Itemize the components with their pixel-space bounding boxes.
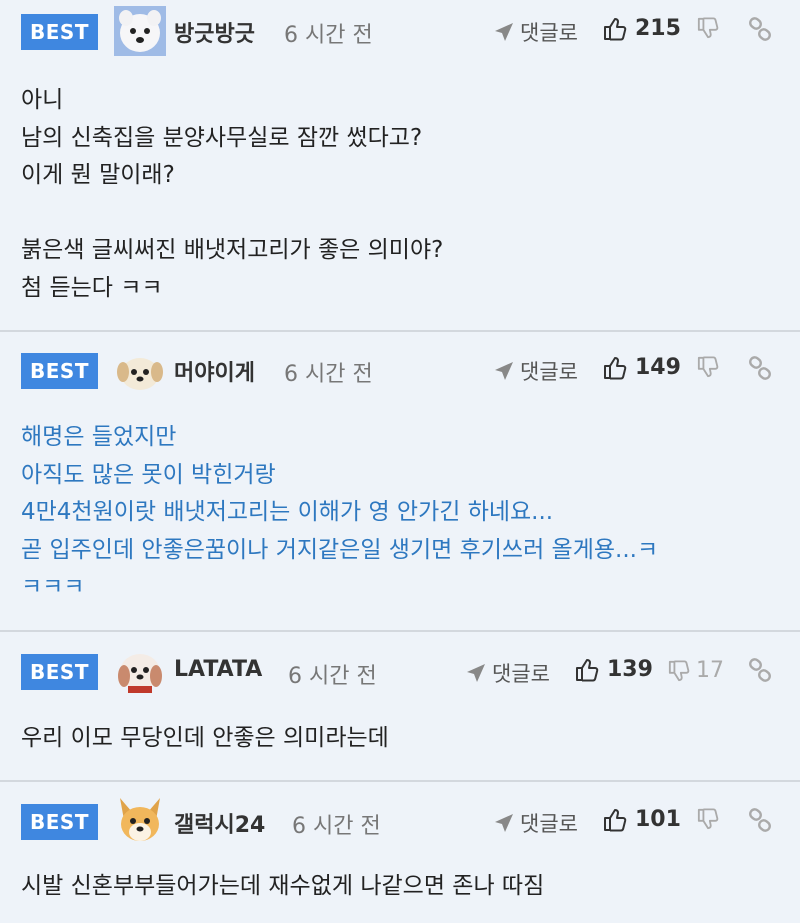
timestamp: 6 시간 전 <box>292 814 381 839</box>
thumbs-up-icon <box>604 808 627 831</box>
best-badge: BEST <box>21 654 98 690</box>
like-count: 149 <box>635 355 681 380</box>
timestamp: 6 시간 전 <box>288 664 377 689</box>
send-icon <box>467 664 485 682</box>
dislike-button[interactable] <box>697 17 725 39</box>
nickname[interactable]: LATATA <box>174 657 262 682</box>
like-button[interactable]: 139 <box>575 657 653 682</box>
comment-text: 해명은 들었지만 아직도 많은 못이 박힌거랑 4만4천원이랏 배냇저고리는 이… <box>21 424 659 600</box>
link-icon[interactable] <box>748 808 772 832</box>
comment-header: BEST LATATA 6 시간 전 댓글로 139 17 <box>0 632 800 696</box>
comment-item: BEST 갤럭시24 6 시간 전 댓글로 101 시발 신혼부부들어가는데 재… <box>0 782 800 923</box>
comment-header: BEST 방긋방긋 6 시간 전 댓글로 215 <box>0 0 800 60</box>
avatar[interactable] <box>114 6 166 56</box>
like-count: 215 <box>635 16 681 41</box>
comment-text: 우리 이모 무당인데 안좋은 의미라는데 <box>21 725 389 751</box>
thumbs-down-icon <box>697 808 719 830</box>
dislike-button[interactable]: 17 <box>668 658 724 683</box>
avatar[interactable] <box>114 646 166 696</box>
best-badge: BEST <box>21 353 98 389</box>
comment-item: BEST 머야이게 6 시간 전 댓글로 149 해명은 들었지만 아직도 많은… <box>0 332 800 630</box>
avatar[interactable] <box>114 346 166 396</box>
like-count: 139 <box>607 657 653 682</box>
reply-button[interactable]: 댓글로 <box>494 17 578 47</box>
reply-button[interactable]: 댓글로 <box>494 356 578 386</box>
nickname[interactable]: 방긋방긋 <box>174 16 255 48</box>
thumbs-down-icon <box>697 17 719 39</box>
link-icon[interactable] <box>748 17 772 41</box>
reply-label: 댓글로 <box>520 21 578 45</box>
comment-item: BEST 방긋방긋 6 시간 전 댓글로 215 아니 남의 신축집을 분양사무… <box>0 0 800 330</box>
thumbs-down-icon <box>668 659 690 681</box>
link-icon[interactable] <box>748 356 772 380</box>
best-badge: BEST <box>21 804 98 840</box>
dislike-button[interactable] <box>697 356 725 378</box>
reply-button[interactable]: 댓글로 <box>494 808 578 838</box>
dislike-button[interactable] <box>697 808 725 830</box>
thumbs-up-icon <box>604 17 627 40</box>
reply-label: 댓글로 <box>520 812 578 836</box>
comment-text: 아니 남의 신축집을 분양사무실로 잠깐 썼다고? 이게 뭔 말이래? 붉은색 … <box>21 87 444 301</box>
thumbs-up-icon <box>604 356 627 379</box>
dislike-count: 17 <box>696 658 724 683</box>
nickname[interactable]: 머야이게 <box>174 355 255 387</box>
thumbs-down-icon <box>697 356 719 378</box>
avatar[interactable] <box>114 796 166 846</box>
like-button[interactable]: 149 <box>603 355 681 380</box>
send-icon <box>495 362 513 380</box>
like-button[interactable]: 101 <box>603 807 681 832</box>
link-icon[interactable] <box>748 658 772 682</box>
comment-header: BEST 머야이게 6 시간 전 댓글로 149 <box>0 332 800 396</box>
thumbs-up-icon <box>576 658 599 681</box>
reply-label: 댓글로 <box>492 662 550 686</box>
best-badge: BEST <box>21 14 98 50</box>
like-button[interactable]: 215 <box>603 16 681 41</box>
comment-text: 시발 신혼부부들어가는데 재수없게 나같으면 존나 따짐 <box>21 873 545 899</box>
nickname[interactable]: 갤럭시24 <box>174 807 265 839</box>
send-icon <box>495 814 513 832</box>
timestamp: 6 시간 전 <box>284 23 373 48</box>
comment-item: BEST LATATA 6 시간 전 댓글로 139 17 우리 이모 무당인데… <box>0 632 800 780</box>
reply-button[interactable]: 댓글로 <box>466 658 550 688</box>
like-count: 101 <box>635 807 681 832</box>
timestamp: 6 시간 전 <box>284 362 373 387</box>
reply-label: 댓글로 <box>520 360 578 384</box>
send-icon <box>495 23 513 41</box>
comment-header: BEST 갤럭시24 6 시간 전 댓글로 101 <box>0 782 800 846</box>
